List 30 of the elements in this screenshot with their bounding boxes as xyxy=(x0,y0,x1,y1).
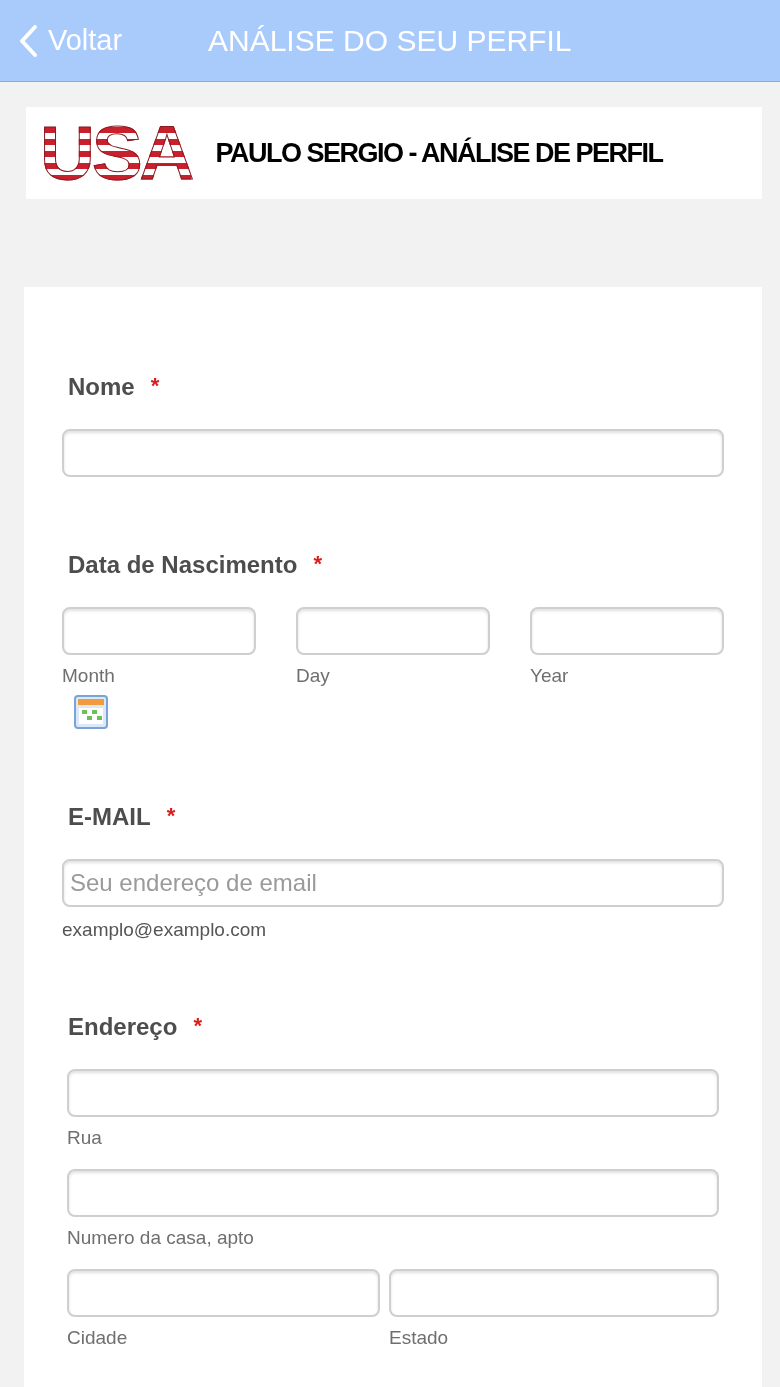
field-caption: Rua xyxy=(67,1127,103,1149)
field-caption: Year xyxy=(530,665,570,687)
input-field[interactable] xyxy=(67,1169,719,1217)
input-field[interactable] xyxy=(62,607,256,655)
field-hint: examplo@examplo.com xyxy=(62,919,268,941)
input-field[interactable] xyxy=(67,1069,719,1117)
screen-title: ANÁLISE DO SEU PERFIL xyxy=(208,23,572,58)
field-caption: Month xyxy=(62,665,116,687)
back-chevron-icon xyxy=(18,23,38,58)
banner-heading: PAULO SERGIO - ANÁLISE DE PERFIL xyxy=(215,137,663,169)
calendar-icon[interactable] xyxy=(74,695,108,729)
input-field[interactable] xyxy=(530,607,724,655)
required-mark: * xyxy=(193,1013,202,1040)
back-button[interactable]: Voltar xyxy=(18,23,208,58)
input-field[interactable] xyxy=(62,429,724,477)
field-label: Endereço xyxy=(68,1013,178,1041)
field-label: Nome xyxy=(68,373,135,401)
input-field[interactable] xyxy=(389,1269,719,1317)
field-caption: Cidade xyxy=(67,1327,129,1349)
field-caption: Numero da casa, apto xyxy=(67,1227,255,1249)
input-field[interactable] xyxy=(67,1269,380,1317)
input-field[interactable] xyxy=(296,607,490,655)
email-field[interactable]: Seu endereço de email xyxy=(62,859,724,907)
required-mark: * xyxy=(166,803,176,830)
required-mark: * xyxy=(150,373,160,400)
field-caption: Estado xyxy=(389,1327,450,1349)
required-mark: * xyxy=(313,551,322,578)
field-label: Data de Nascimento xyxy=(68,551,298,579)
field-label: E-MAIL xyxy=(68,803,151,831)
field-caption: Day xyxy=(296,665,331,687)
